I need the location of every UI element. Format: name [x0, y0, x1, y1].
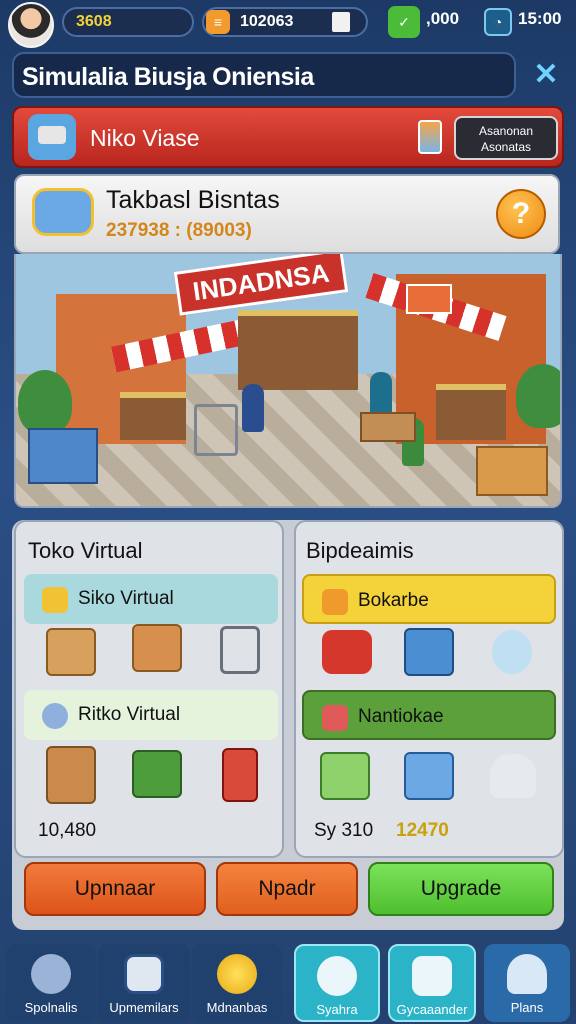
- basket-icon[interactable]: [220, 626, 260, 674]
- bulb-icon[interactable]: [492, 630, 532, 674]
- gift-crate-icon[interactable]: [132, 624, 182, 672]
- coin-stack-icon: ≡: [206, 10, 230, 34]
- nav-label: Plans: [510, 1000, 544, 1015]
- right-panel-value-a: Sy 310: [314, 820, 374, 841]
- shield-icon: [124, 954, 164, 994]
- top-status-bar: 3608 ≡ 102063 ✓ ,000 ◔ 15:00: [0, 0, 576, 48]
- store-scene[interactable]: INDADNSA: [14, 254, 562, 508]
- nav-label: Mdnanbas: [206, 1000, 268, 1015]
- catalog-icon[interactable]: [222, 748, 258, 802]
- person-icon: [507, 954, 547, 994]
- nav-item-mdnanbas[interactable]: Mdnanbas: [192, 944, 282, 1022]
- center-shelf: [238, 310, 358, 390]
- bipdeaimis-panel: Bipdeaimis Bokarbe Nantiokae Sy 310 1247…: [294, 520, 564, 858]
- nav-label: Gycaaander: [396, 1002, 468, 1017]
- upnnaar-button[interactable]: Upnnaar: [24, 862, 206, 916]
- blue-box-icon[interactable]: [404, 752, 454, 800]
- cash-value: ,000: [426, 9, 460, 28]
- green-crate-icon[interactable]: [320, 752, 370, 800]
- clock-icon[interactable]: ◔: [484, 8, 512, 36]
- banner-button-line2: Asonatas: [480, 140, 532, 154]
- coin-icon: [217, 954, 257, 994]
- cash-note-icon[interactable]: ✓: [388, 6, 420, 38]
- shopping-cart: [194, 404, 238, 456]
- nav-label: Upmemilars: [109, 1000, 179, 1015]
- x-box-icon: [322, 705, 348, 731]
- truck-icon: [28, 114, 76, 160]
- card-icon[interactable]: [418, 120, 442, 154]
- right-plant: [516, 364, 560, 428]
- help-button[interactable]: ?: [496, 189, 546, 239]
- nav-item-plans[interactable]: Plans: [484, 944, 570, 1022]
- avatar-icon[interactable]: [8, 2, 54, 48]
- nav-label: Syahra: [316, 1002, 358, 1017]
- nav-item-upmemilars[interactable]: Upmemilars: [98, 944, 190, 1022]
- right-section2-label: Nantiokae: [358, 706, 444, 727]
- table: [360, 412, 416, 442]
- toko-virtual-panel: Toko Virtual Siko Virtual Ritko Virtual …: [14, 520, 284, 858]
- coins-resource: ≡ 102063: [202, 7, 368, 37]
- banner-name: Niko Viase: [90, 125, 200, 151]
- level-value: 3608: [76, 13, 112, 30]
- close-button[interactable]: ✕: [528, 58, 564, 94]
- business-value: 237938 : (89003): [106, 220, 252, 241]
- business-name: Takbasl Bisntas: [106, 186, 280, 214]
- title-bar: Simulalia Biusja Oniensia: [12, 52, 516, 98]
- box-icon[interactable]: [46, 628, 96, 676]
- parcel-icon[interactable]: [46, 746, 96, 804]
- store-sign: INDADNSA: [173, 254, 349, 316]
- right-panel-title: Bipdeaimis: [306, 538, 414, 563]
- business-info-card: Takbasl Bisntas 237938 : (89003) ?: [14, 174, 560, 254]
- car-icon: [32, 188, 94, 236]
- nav-item-spolnalis[interactable]: Spolnalis: [6, 944, 96, 1022]
- upgrade-button[interactable]: Upgrade: [368, 862, 554, 916]
- shop-banner: Niko Viase Asanonan Asonatas: [12, 106, 564, 168]
- gear-icon: [31, 954, 71, 994]
- nav-item-syahra[interactable]: Syahra: [294, 944, 380, 1022]
- banner-action-button[interactable]: Asanonan Asonatas: [454, 116, 558, 160]
- coins-value: 102063: [240, 13, 294, 30]
- toolbox-icon[interactable]: [322, 630, 372, 674]
- side-sign: [406, 284, 452, 314]
- sack-icon[interactable]: [490, 754, 536, 798]
- right-section1-label: Bokarbe: [358, 590, 429, 611]
- right-shelf: [436, 384, 506, 440]
- left-section2-label: Ritko Virtual: [78, 704, 181, 725]
- jar-icon[interactable]: [404, 628, 454, 676]
- left-section2-header[interactable]: Ritko Virtual: [24, 690, 278, 740]
- npadr-button[interactable]: Npadr: [216, 862, 358, 916]
- banner-button-line1: Asanonan: [478, 124, 534, 138]
- produce-crate-icon[interactable]: [132, 750, 182, 798]
- left-section1-label: Siko Virtual: [78, 588, 174, 609]
- left-section1-header[interactable]: Siko Virtual: [24, 574, 278, 624]
- nav-label: Spolnalis: [24, 1000, 78, 1015]
- ticket-icon: [322, 589, 348, 615]
- left-plant: [18, 370, 72, 434]
- blue-basket: [28, 428, 98, 484]
- laptop-icon: [412, 956, 452, 996]
- flower-icon: [42, 703, 68, 729]
- left-shelf: [120, 392, 186, 440]
- nav-item-gycaaander[interactable]: Gycaaander: [388, 944, 476, 1022]
- left-panel-title: Toko Virtual: [28, 538, 143, 563]
- right-panel-value-b: 12470: [396, 820, 449, 841]
- wooden-crate: [476, 446, 548, 496]
- right-section2-header[interactable]: Nantiokae: [302, 690, 556, 740]
- gear-icon: [317, 956, 357, 996]
- bottom-navigation: Spolnalis Upmemilars Mdnanbas Syahra Gyc…: [0, 940, 576, 1024]
- page-title: Simulalia Biusja Oniensia: [22, 63, 314, 91]
- right-section1-header[interactable]: Bokarbe: [302, 574, 556, 624]
- left-panel-value: 10,480: [38, 820, 97, 841]
- tag-icon: [42, 587, 68, 613]
- time-value: 15:00: [518, 9, 562, 28]
- level-resource: 3608: [62, 7, 194, 37]
- shopper-figure: [242, 384, 264, 432]
- gift-box-icon[interactable]: [332, 12, 350, 32]
